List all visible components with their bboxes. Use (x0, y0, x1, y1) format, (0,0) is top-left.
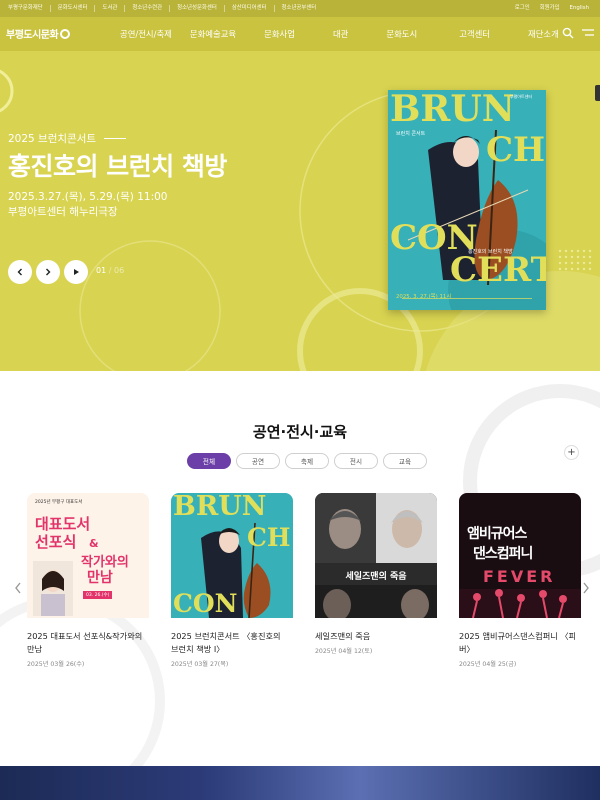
filter-all[interactable]: 전체 (187, 453, 231, 469)
hero-subtitle-line (104, 138, 127, 139)
play-slide-button[interactable] (64, 260, 88, 284)
card-poster: 2025년 부평구 대표도서 대표도서 선포식 & 작가와의 만남 03. 26… (27, 493, 149, 618)
card1-poster-l3: & (89, 537, 99, 550)
plus-icon: + (567, 447, 576, 458)
chevron-right-icon (583, 582, 589, 594)
card-poster: 세일즈맨의 죽음 (315, 493, 437, 618)
hero-title: 홍진호의 브런치 책방 (8, 152, 227, 181)
slide-total: / 06 (108, 266, 125, 275)
filter-education[interactable]: 교육 (383, 453, 427, 469)
logo-mark-icon (60, 28, 71, 39)
menu-item-rental[interactable]: 대관 (333, 28, 348, 40)
english-link[interactable]: English (565, 5, 594, 12)
program-card[interactable]: BRUN CH CON 2025 브런치콘서트 〈홍진호의 브런치 책방 Ⅰ〉 … (171, 493, 293, 668)
util-link-library[interactable]: 도서관 (95, 5, 126, 12)
play-icon (74, 269, 79, 275)
menu-item-customer-center[interactable]: 고객센터 (459, 28, 490, 40)
poster-dates: 2025. 3. 27.(목) 11시 (396, 294, 452, 300)
card-title[interactable]: 2025 브런치콘서트 〈홍진호의 브런치 책방 Ⅰ〉 (171, 630, 289, 656)
menu-icon[interactable] (582, 27, 594, 39)
next-section-banner (0, 766, 600, 800)
card1-poster-top: 2025년 부평구 대표도서 (35, 500, 83, 505)
hero-controls (8, 260, 88, 284)
program-card[interactable]: 2025년 부평구 대표도서 대표도서 선포식 & 작가와의 만남 03. 26… (27, 493, 149, 668)
carousel-next-button[interactable] (582, 582, 590, 598)
poster-program: 홍진호의 브런치 책방 (468, 249, 513, 255)
side-tab[interactable] (595, 85, 600, 101)
card1-poster-l5: 만남 (87, 570, 113, 586)
family-site-links: 부평구문화재단 문화도시센터 도서관 청소년수련관 청소년성문화센터 삼산미디어… (6, 5, 323, 12)
signup-link[interactable]: 회원가입 (535, 5, 565, 12)
card-poster: BRUN CH CON (171, 493, 293, 618)
program-card[interactable]: 세일즈맨의 죽음 세일즈맨의 죽음 2025년 04월 12(토) (315, 493, 437, 655)
card-title[interactable]: 세일즈맨의 죽음 (315, 630, 433, 643)
next-slide-button[interactable] (36, 260, 60, 284)
prev-slide-button[interactable] (8, 260, 32, 284)
hero-venue: 부평아트센터 해누리극장 (8, 206, 118, 218)
site-logo[interactable]: 부평도시문화 (6, 26, 71, 41)
utility-bar: 부평구문화재단 문화도시센터 도서관 청소년수련관 청소년성문화센터 삼산미디어… (0, 0, 600, 17)
program-card[interactable]: 앰비규어스 댄스컴퍼니 FEVER 2025 앰비규어스댄스컴퍼니 〈피버〉 2… (459, 493, 581, 668)
poster-word-ch: CH (486, 130, 546, 170)
menu-item-culture-city[interactable]: 문화도시 (386, 28, 417, 40)
carousel-prev-button[interactable] (14, 582, 22, 598)
slide-current: 01 (96, 266, 107, 275)
card1-portrait (33, 561, 73, 616)
card4-poster-l2: 댄스컴퍼니 (473, 546, 533, 562)
menu-item-about[interactable]: 재단소개 (528, 28, 559, 40)
card-date: 2025년 03월 26(수) (27, 661, 85, 668)
login-link[interactable]: 로그인 (510, 5, 535, 12)
card1-date-chip: 03. 26.(수) (83, 591, 113, 599)
util-link-foundation[interactable]: 부평구문화재단 (6, 5, 51, 12)
card2-word-brun: BRUN (173, 493, 267, 522)
section-title: 공연·전시·교육 (252, 423, 348, 441)
card-date: 2025년 04월 12(토) (315, 648, 373, 655)
hero-poster[interactable]: BRUN CH CON CERT 브런치 콘서트 홍진호의 브런치 책방 202… (388, 90, 546, 310)
util-link-study-center[interactable]: 청소년공부센터 (275, 5, 324, 12)
account-links: 로그인 회원가입 English (510, 5, 594, 12)
poster-logo: 부평아트센터 (510, 94, 533, 99)
card-title[interactable]: 2025 앰비규어스댄스컴퍼니 〈피버〉 (459, 630, 577, 656)
hero-subtitle-text: 2025 브런치콘서트 (8, 133, 97, 145)
filter-exhibition[interactable]: 전시 (334, 453, 378, 469)
main-navigation: 부평도시문화 공연/전시/축제 문화예술교육 문화사업 대관 문화도시 고객센터… (0, 17, 600, 51)
menu-item-arts-education[interactable]: 문화예술교육 (190, 28, 236, 40)
search-icon[interactable] (562, 27, 574, 39)
card3-art (315, 493, 437, 618)
util-link-youth-center[interactable]: 청소년수련관 (125, 5, 171, 12)
util-link-media-center[interactable]: 삼산미디어센터 (225, 5, 275, 12)
chevron-left-icon (15, 582, 21, 594)
card-poster: 앰비규어스 댄스컴퍼니 FEVER (459, 493, 581, 618)
more-button[interactable]: + (564, 445, 579, 460)
menu-item-performance[interactable]: 공연/전시/축제 (120, 28, 172, 40)
hero-subtitle: 2025 브런치콘서트 (8, 131, 127, 146)
card1-poster-l2: 선포식 (35, 533, 77, 551)
gnb-menu: 공연/전시/축제 문화예술교육 문화사업 대관 문화도시 고객센터 재단소개 (112, 17, 559, 51)
program-section: 공연·전시·교육 전체 공연 축제 전시 교육 + 2025년 부평구 대표도서… (0, 371, 600, 766)
category-filters: 전체 공연 축제 전시 교육 (187, 453, 427, 469)
util-link-culture-city[interactable]: 문화도시센터 (51, 5, 96, 12)
card-date: 2025년 03월 27(목) (171, 661, 229, 668)
card2-word-ch: CH (247, 523, 291, 552)
poster-kicker: 브런치 콘서트 (396, 131, 426, 137)
nav-tools (562, 27, 594, 39)
filter-festival[interactable]: 축제 (285, 453, 329, 469)
poster-word-cert: CERT (450, 250, 546, 290)
menu-item-culture-projects[interactable]: 문화사업 (264, 28, 295, 40)
card4-poster-l1: 앰비규어스 (467, 526, 527, 542)
card3-poster-title: 세일즈맨의 죽음 (345, 572, 407, 582)
card-date: 2025년 04월 25(금) (459, 661, 517, 668)
next-icon (46, 268, 51, 276)
slide-counter: 01 / 06 (96, 266, 124, 275)
hero-banner[interactable]: 2025 브런치콘서트 홍진호의 브런치 책방 2025.3.27.(목), 5… (0, 51, 600, 371)
prev-icon (17, 268, 22, 276)
poster-word-brun: BRUN (390, 90, 515, 130)
logo-text: 부평도시문화 (6, 30, 59, 41)
card4-poster-l3: FEVER (483, 567, 556, 586)
card-title[interactable]: 2025 대표도서 선포식&작가와의 만남 (27, 630, 145, 656)
filter-performance[interactable]: 공연 (236, 453, 280, 469)
util-link-youth-sex-center[interactable]: 청소년성문화센터 (170, 5, 225, 12)
hero-date: 2025.3.27.(목), 5.29.(목) 11:00 (8, 191, 168, 203)
card2-word-con: CON (173, 589, 238, 618)
